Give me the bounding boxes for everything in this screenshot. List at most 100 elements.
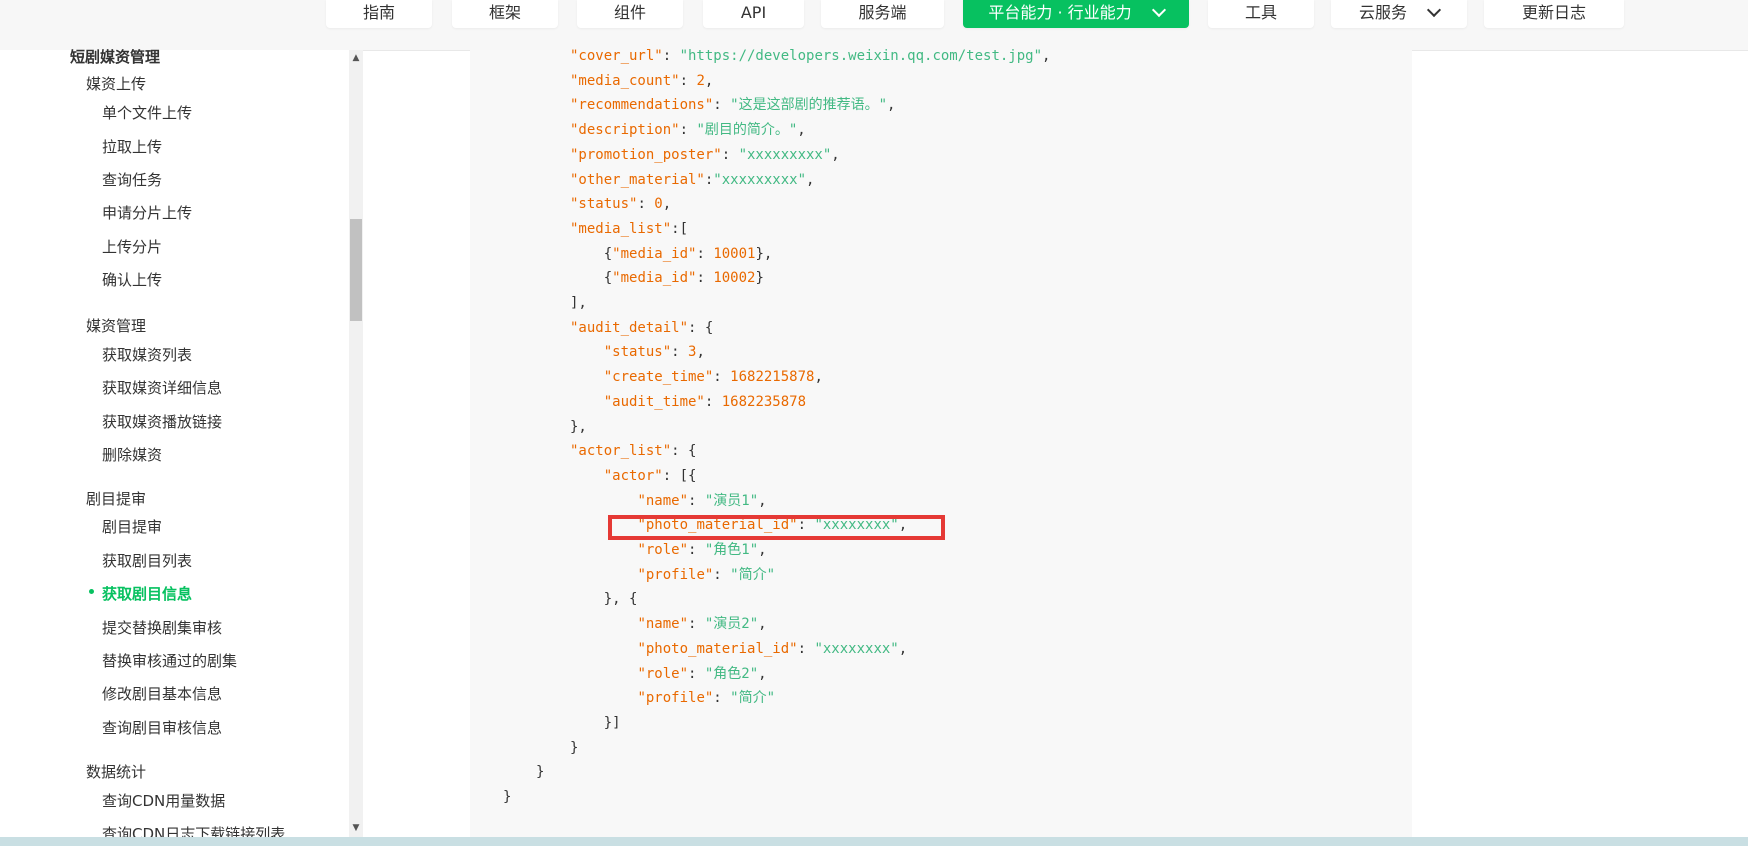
nav-label: 组件: [613, 3, 646, 22]
sidebar-group-drama-audit[interactable]: 剧目提审: [86, 490, 146, 508]
code-token: ,: [1042, 48, 1051, 64]
code-token: ,: [696, 344, 705, 361]
code-line: ],: [570, 294, 587, 312]
sidebar-group-statistics[interactable]: 数据统计: [86, 763, 146, 781]
sidebar-item-drama-info[interactable]: 获取剧目信息: [102, 585, 192, 603]
sidebar-group-media-upload[interactable]: 媒资上传: [86, 75, 146, 93]
nav-tools[interactable]: 工具: [1208, 0, 1314, 28]
sidebar-section-title[interactable]: 短剧媒资管理: [70, 46, 160, 67]
code-line: "actor_list": {: [570, 442, 696, 460]
code-token: "create_time": [603, 369, 714, 386]
sidebar-item-media-list[interactable]: 获取媒资列表: [102, 346, 192, 364]
code-token: "status": [603, 344, 672, 361]
sidebar-scrollbar[interactable]: [349, 50, 363, 837]
scroll-down-arrow-icon[interactable]: ▼: [350, 822, 362, 834]
code-token: ,: [758, 542, 767, 558]
code-token: :: [704, 393, 722, 410]
code-token: 10002: [713, 270, 756, 287]
nav-label: 指南: [362, 3, 395, 22]
sidebar-item-modify-basic-info[interactable]: 修改剧目基本信息: [102, 685, 222, 703]
code-token: "media_count": [570, 72, 680, 89]
nav-guide[interactable]: 指南: [326, 0, 432, 28]
code-line: "name": "演员1",: [570, 492, 766, 510]
nav-label: 服务端: [858, 3, 907, 22]
sidebar-item-query-audit-info[interactable]: 查询剧目审核信息: [102, 719, 222, 737]
code-line: }: [570, 739, 578, 757]
nav-framework[interactable]: 框架: [452, 0, 558, 28]
code-line: "media_count": 2,: [570, 72, 713, 90]
code-token: :: [637, 196, 655, 213]
code-token: 10001: [713, 245, 756, 262]
nav-components[interactable]: 组件: [577, 0, 683, 28]
code-token: "status": [570, 196, 638, 213]
code-token: "xxxxxxxxx": [713, 171, 807, 188]
code-line: "audit_detail": {: [570, 319, 713, 337]
code-token: :: [713, 97, 731, 114]
code-line: "profile": "简介": [570, 689, 775, 707]
sidebar-item-apply-multipart[interactable]: 申请分片上传: [102, 204, 192, 222]
code-token: "audit_time": [603, 393, 705, 410]
nav-cloud-services[interactable]: 云服务: [1331, 0, 1467, 28]
sidebar-item-query-task[interactable]: 查询任务: [102, 171, 162, 189]
code-token: :: [713, 566, 731, 583]
sidebar-scrollbar-thumb[interactable]: [350, 219, 362, 321]
code-token: "xxxxxxxxx": [738, 146, 832, 163]
nav-api[interactable]: API: [703, 0, 804, 28]
code-token: :: [797, 640, 815, 657]
code-token: }: [755, 270, 764, 287]
sidebar-item-pull-upload[interactable]: 拉取上传: [102, 138, 162, 156]
code-token: "role": [637, 665, 689, 682]
code-token: 0: [654, 196, 663, 213]
code-token: ,: [898, 640, 908, 657]
code-token: :: [662, 48, 680, 64]
code-token: },: [755, 245, 773, 262]
code-line: "actor": [{: [570, 467, 697, 485]
code-token: "角色1": [704, 542, 759, 558]
sidebar-item-confirm-upload[interactable]: 确认上传: [102, 271, 162, 289]
nav-label: 云服务: [1358, 3, 1407, 22]
sidebar-item-cdn-usage[interactable]: 查询CDN用量数据: [102, 792, 225, 810]
nav-changelog[interactable]: 更新日志: [1484, 0, 1624, 28]
sidebar-item-replace-approved[interactable]: 替换审核通过的剧集: [102, 652, 237, 670]
sidebar-item-delete-media[interactable]: 删除媒资: [102, 446, 162, 464]
code-line: "status": 3,: [570, 343, 705, 361]
sidebar-item-drama-list[interactable]: 获取剧目列表: [102, 552, 192, 570]
code-token: :: [721, 146, 739, 163]
sidebar-item-media-play-link[interactable]: 获取媒资播放链接: [102, 413, 222, 431]
sidebar-item-submit-replace[interactable]: 提交替换剧集审核: [102, 619, 222, 637]
code-token: ,: [814, 369, 823, 386]
sidebar-item-media-detail[interactable]: 获取媒资详细信息: [102, 379, 222, 397]
code-line: "photo_material_id": "xxxxxxxx",: [570, 640, 907, 658]
nav-server[interactable]: 服务端: [821, 0, 944, 28]
code-token: "profile": [637, 566, 714, 583]
code-line: "create_time": 1682215878,: [570, 368, 823, 386]
top-navigation: 指南 框架 组件 API 服务端 平台能力 · 行业能力 工具 云服务 更新日志: [0, 0, 1748, 51]
code-token: },: [570, 418, 587, 435]
sidebar-item-upload-part[interactable]: 上传分片: [102, 238, 162, 256]
nav-platform-capabilities[interactable]: 平台能力 · 行业能力: [963, 0, 1189, 28]
code-token: "audit_detail": [570, 319, 689, 336]
sidebar-item-single-upload[interactable]: 单个文件上传: [102, 104, 192, 122]
code-token: "actor": [603, 467, 663, 484]
sidebar-group-media-manage[interactable]: 媒资管理: [86, 317, 146, 335]
code-line: "role": "角色1",: [570, 541, 767, 559]
code-line: "promotion_poster": "xxxxxxxxx",: [570, 146, 840, 164]
scroll-up-arrow-icon[interactable]: ▲: [350, 52, 362, 64]
nav-label: 平台能力 · 行业能力: [988, 3, 1132, 22]
code-token: "演员1": [704, 492, 759, 509]
code-token: "profile": [637, 690, 714, 707]
code-token: "简介": [730, 566, 776, 583]
code-token: }, {: [570, 591, 638, 608]
sidebar-item-drama-audit[interactable]: 剧目提审: [102, 518, 162, 536]
code-token: "简介": [730, 690, 776, 707]
code-line: {"media_id": 10001},: [570, 245, 773, 263]
code-token: "role": [637, 542, 689, 558]
code-token: :: [713, 369, 731, 386]
code-line: }: [503, 788, 511, 806]
code-token: :: [688, 492, 705, 509]
